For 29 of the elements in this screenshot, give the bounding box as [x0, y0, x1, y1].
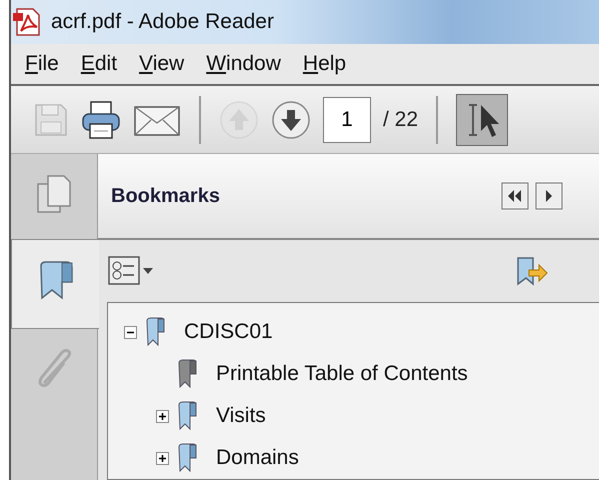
- bookmark-icon: [176, 443, 198, 473]
- collapse-toggle[interactable]: [124, 326, 136, 338]
- bookmark-icon: [144, 317, 166, 347]
- select-tool-icon[interactable]: [456, 94, 508, 146]
- menu-item[interactable]: Edit: [80, 52, 118, 76]
- bookmark-icon: [176, 401, 198, 431]
- expand-toggle[interactable]: [156, 410, 168, 422]
- window-title: acrf.pdf - Adobe Reader: [51, 10, 274, 34]
- bookmark-icon: [176, 359, 198, 389]
- bookmark-item[interactable]: Printable Table of Contents: [216, 362, 468, 386]
- bookmark-item[interactable]: CDISC01: [184, 320, 273, 344]
- bookmark-icon[interactable]: [38, 260, 74, 300]
- page-number-field[interactable]: 1: [323, 96, 371, 143]
- menu-item[interactable]: Help: [302, 52, 346, 76]
- paperclip-icon[interactable]: [36, 349, 72, 389]
- menu-item[interactable]: Window: [206, 52, 281, 76]
- pdf-icon: [13, 7, 41, 38]
- menu-item[interactable]: View: [139, 52, 184, 76]
- page-count: / 22: [383, 108, 418, 132]
- pages-icon[interactable]: [36, 174, 72, 214]
- panel-title: Bookmarks: [111, 184, 220, 208]
- expand-toggle[interactable]: [156, 452, 168, 464]
- options-icon[interactable]: [108, 256, 156, 286]
- menu-item[interactable]: File: [25, 52, 59, 76]
- print-icon[interactable]: [81, 100, 121, 140]
- bookmark-item[interactable]: Domains: [216, 446, 299, 470]
- bookmark-item[interactable]: Visits: [216, 404, 266, 428]
- expand-panel-icon[interactable]: [535, 182, 563, 210]
- collapse-panel-icon[interactable]: [501, 182, 529, 210]
